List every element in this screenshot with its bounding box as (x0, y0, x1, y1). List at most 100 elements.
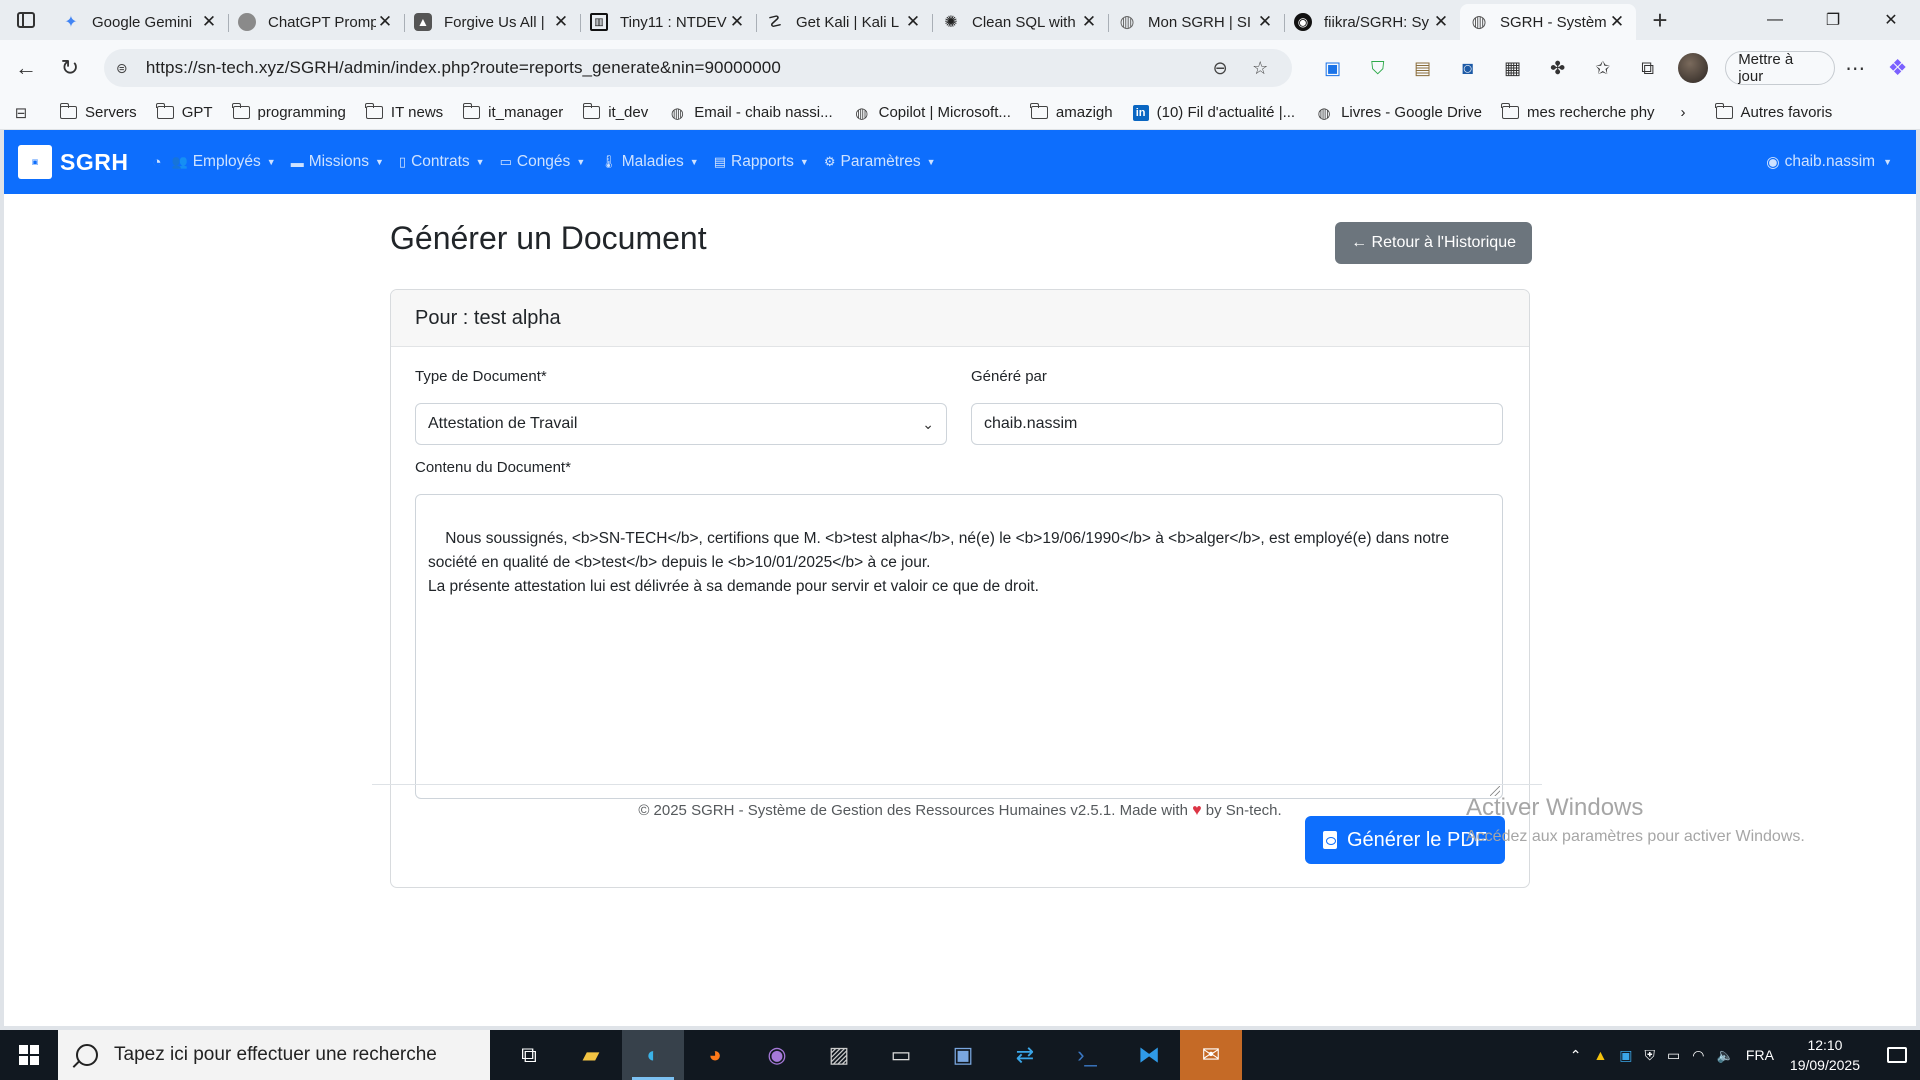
sync-app-icon[interactable]: ⇄ (994, 1030, 1056, 1080)
bookmark-it-dev[interactable]: it_dev (582, 103, 648, 121)
bookmark-programming[interactable]: programming (232, 103, 346, 121)
brand-name: SGRH (60, 148, 129, 175)
extension-robot-icon[interactable]: ◙ (1445, 52, 1490, 84)
restore-icon[interactable]: ❐ (1804, 0, 1862, 40)
doc-type-select[interactable]: Attestation de Travail ⌄ (415, 403, 947, 445)
chevron-up-icon[interactable]: ⌃ (1570, 1047, 1582, 1064)
printer-app-icon[interactable]: ▨ (808, 1030, 870, 1080)
tab-mon-sgrh[interactable]: ◍ Mon SGRH | SI ✕ (1108, 6, 1284, 38)
url-text[interactable]: https://sn-tech.xyz/SGRH/admin/index.php… (146, 58, 1200, 78)
tab-github-sgrh[interactable]: ◉ fiikra/SGRH: Sy ✕ (1284, 6, 1460, 38)
drive-tray-icon[interactable]: ▲ (1593, 1047, 1607, 1063)
nav-parametres[interactable]: ⚙ Paramètres ▼ (824, 153, 936, 171)
taskbar-search[interactable]: Tapez ici pour effectuer une recherche (58, 1030, 490, 1080)
close-icon[interactable]: ✕ (1256, 12, 1274, 32)
close-window-icon[interactable]: ✕ (1862, 0, 1920, 40)
remote-desktop-icon[interactable]: ▣ (932, 1030, 994, 1080)
favorites-icon[interactable]: ✩ (1580, 52, 1625, 84)
nav-missions[interactable]: ▬ Missions ▼ (291, 153, 384, 171)
tab-actions-button[interactable] (0, 0, 52, 40)
bookmark-gpt[interactable]: GPT (156, 103, 213, 121)
close-icon[interactable]: ✕ (1080, 12, 1098, 32)
collections-icon[interactable]: ⧉ (1625, 52, 1670, 84)
notifications-icon[interactable] (1874, 1047, 1920, 1063)
clock[interactable]: 12:10 19/09/2025 (1790, 1035, 1860, 1075)
bookmark-it-news[interactable]: IT news (365, 103, 443, 121)
new-tab-button[interactable]: + (1640, 0, 1680, 40)
outlook-icon[interactable]: ✉ (1180, 1030, 1242, 1080)
shield-icon[interactable]: ⛉ (1355, 52, 1400, 84)
battery-icon[interactable]: ▭ (1667, 1047, 1680, 1064)
nav-maladies[interactable]: 🌡 Maladies ▼ (600, 153, 698, 171)
github-desktop-icon[interactable]: ◉ (746, 1030, 808, 1080)
windows-start-icon[interactable] (0, 1030, 58, 1080)
bookmark-mes-recherche[interactable]: mes recherche phy (1501, 103, 1655, 121)
caret-down-icon: ▼ (576, 157, 586, 167)
firefox-icon[interactable]: ◕ (684, 1030, 746, 1080)
generated-by-field[interactable]: chaib.nassim (971, 403, 1503, 445)
language-indicator[interactable]: FRA (1746, 1047, 1774, 1063)
tab-tiny11[interactable]: ▥ Tiny11 : NTDEV ✕ (580, 6, 756, 38)
nav-conges[interactable]: ▭ Congés ▼ (500, 153, 586, 171)
bookmark-livres[interactable]: ◍ Livres - Google Drive (1315, 104, 1482, 122)
reading-list-icon[interactable]: ⊟ (12, 104, 38, 122)
chevron-right-icon[interactable]: › (1681, 104, 1686, 121)
nav-rapports[interactable]: ▤ Rapports ▼ (714, 153, 809, 171)
bookmark-email[interactable]: ◍ Email - chaib nassi... (668, 104, 833, 122)
bookmark-label: Copilot | Microsoft... (878, 104, 1011, 121)
close-icon[interactable]: ✕ (728, 12, 746, 32)
profile-avatar[interactable] (1670, 52, 1715, 84)
favorite-star-icon[interactable]: ☆ (1240, 58, 1280, 79)
close-icon[interactable]: ✕ (552, 12, 570, 32)
user-menu[interactable]: ◉ chaib.nassim ▼ (1766, 153, 1892, 172)
reload-icon[interactable]: ↻ (48, 48, 92, 88)
close-icon[interactable]: ✕ (1608, 12, 1626, 32)
site-info-icon[interactable]: ⊜ (116, 60, 138, 77)
security-tray-icon[interactable]: ⛨ (1645, 1047, 1656, 1064)
update-button[interactable]: Mettre à jour (1725, 51, 1836, 85)
qr-code-icon[interactable]: ▦ (1490, 52, 1535, 84)
wifi-icon[interactable]: ◠ (1692, 1047, 1704, 1064)
edge-browser-icon[interactable]: ◐ (622, 1030, 684, 1080)
zoom-icon[interactable]: ⊖ (1200, 58, 1240, 79)
file-explorer-icon[interactable]: ▰ (560, 1030, 622, 1080)
footer-text-before: © 2025 SGRH - Système de Gestion des Res… (638, 802, 1188, 819)
dashboard-icon[interactable]: ◔ (152, 154, 161, 171)
vscode-icon[interactable]: ⧓ (1118, 1030, 1180, 1080)
puzzle-icon[interactable]: ✤ (1535, 52, 1580, 84)
tab-sgrh-active[interactable]: ◍ SGRH - Systèm ✕ (1460, 4, 1636, 40)
back-arrow-icon[interactable]: ← (4, 48, 48, 88)
nav-contrats[interactable]: ▯ Contrats ▼ (399, 153, 485, 171)
terminal-icon[interactable]: ▭ (870, 1030, 932, 1080)
bookmark-other-favorites[interactable]: Autres favoris (1715, 103, 1832, 121)
close-icon[interactable]: ✕ (200, 12, 218, 32)
back-to-history-button[interactable]: ← Retour à l'Historique (1335, 222, 1532, 264)
brand[interactable]: ▣ SGRH (18, 145, 128, 179)
close-icon[interactable]: ✕ (904, 12, 922, 32)
tab-google-gemini[interactable]: ✦ Google Gemini ✕ (52, 6, 228, 38)
tab-kali[interactable]: ☡ Get Kali | Kali L ✕ (756, 6, 932, 38)
minimize-icon[interactable]: — (1746, 0, 1804, 40)
tab-chatgpt[interactable]: ChatGPT Promp ✕ (228, 6, 404, 38)
close-icon[interactable]: ✕ (376, 12, 394, 32)
globe-icon: ◍ (1119, 12, 1135, 31)
bookmark-servers[interactable]: Servers (59, 103, 137, 121)
volume-icon[interactable]: 🔈 (1716, 1047, 1733, 1064)
copilot-icon[interactable]: ❖ (1875, 52, 1920, 84)
bookmark-linkedin[interactable]: in (10) Fil d'actualité |... (1132, 104, 1295, 121)
clipboard-icon[interactable]: ▤ (1400, 52, 1445, 84)
address-bar[interactable]: ⊜ https://sn-tech.xyz/SGRH/admin/index.p… (103, 49, 1293, 87)
nav-employes[interactable]: 👥 Employés ▼ (172, 153, 276, 171)
bookmark-amazigh[interactable]: amazigh (1030, 103, 1113, 121)
close-icon[interactable]: ✕ (1432, 12, 1450, 32)
tab-forgive-us-all[interactable]: ▲ Forgive Us All | ✕ (404, 6, 580, 38)
bookmark-it-manager[interactable]: it_manager (462, 103, 563, 121)
content-textarea[interactable]: Nous soussignés, <b>SN-TECH</b>, certifi… (415, 494, 1503, 799)
tab-clean-sql[interactable]: ✺ Clean SQL with ✕ (932, 6, 1108, 38)
extension-blue-icon[interactable]: ▣ (1310, 52, 1355, 84)
bookmark-copilot[interactable]: ◍ Copilot | Microsoft... (853, 104, 1011, 122)
sync-tray-icon[interactable]: ▣ (1619, 1047, 1632, 1064)
powershell-icon[interactable]: ›_ (1056, 1030, 1118, 1080)
task-view-icon[interactable]: ⧉ (498, 1030, 560, 1080)
more-options-icon[interactable]: ⋯ (1835, 56, 1875, 81)
